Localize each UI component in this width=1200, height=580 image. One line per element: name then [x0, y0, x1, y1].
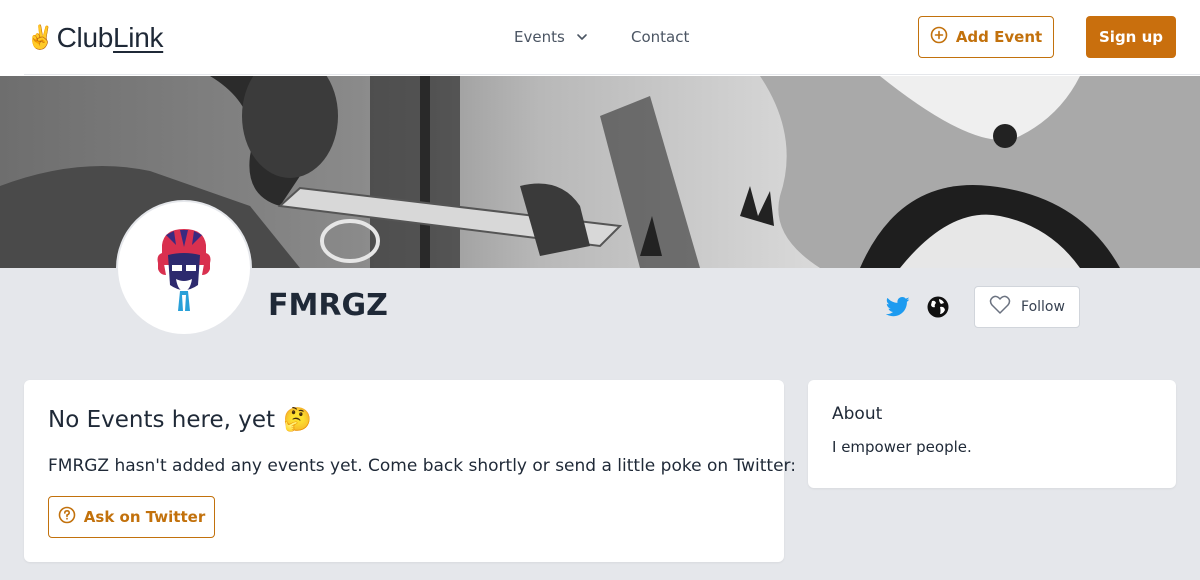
- events-card-description: FMRGZ hasn't added any events yet. Come …: [48, 456, 796, 476]
- nav-contact-label: Contact: [631, 28, 690, 46]
- nav-events-label: Events: [514, 28, 565, 46]
- ask-on-twitter-button[interactable]: Ask on Twitter: [48, 496, 215, 538]
- add-event-button[interactable]: Add Event: [918, 16, 1054, 58]
- logo-text-club: Club: [56, 22, 114, 53]
- globe-icon[interactable]: [925, 294, 951, 320]
- logo-text-link: Link: [113, 22, 164, 53]
- profile-avatar: [116, 200, 252, 336]
- plus-circle-icon: [930, 26, 948, 48]
- nav-contact-link[interactable]: Contact: [631, 26, 689, 48]
- events-card-title-text: No Events here, yet: [48, 406, 276, 433]
- ask-on-twitter-label: Ask on Twitter: [83, 508, 206, 526]
- header-divider: [24, 74, 1200, 75]
- thinking-face-icon: 🤔: [283, 407, 312, 433]
- question-circle-icon: [58, 506, 76, 528]
- top-header: ✌️ Club Link Events Contact Add Event Si…: [0, 0, 1200, 76]
- heart-icon: [989, 295, 1011, 319]
- about-card-text: I empower people.: [832, 438, 972, 456]
- clublink-logo[interactable]: ✌️ Club Link: [26, 20, 164, 56]
- profile-name: FMRGZ: [268, 288, 388, 323]
- sign-up-button[interactable]: Sign up: [1086, 16, 1176, 58]
- twitter-icon[interactable]: [885, 294, 911, 320]
- chevron-down-icon: [575, 30, 589, 44]
- events-card: No Events here, yet 🤔 FMRGZ hasn't added…: [24, 380, 796, 562]
- about-card: About I empower people.: [808, 380, 1176, 488]
- follow-button[interactable]: Follow: [974, 286, 1080, 328]
- add-event-label: Add Event: [955, 28, 1043, 46]
- events-card-title: No Events here, yet 🤔: [48, 406, 312, 434]
- nav-events-dropdown[interactable]: Events: [514, 26, 589, 48]
- follow-label: Follow: [1021, 299, 1065, 315]
- sign-up-label: Sign up: [1099, 28, 1163, 46]
- about-card-title: About: [832, 404, 883, 424]
- victory-hand-icon: ✌️: [26, 24, 55, 51]
